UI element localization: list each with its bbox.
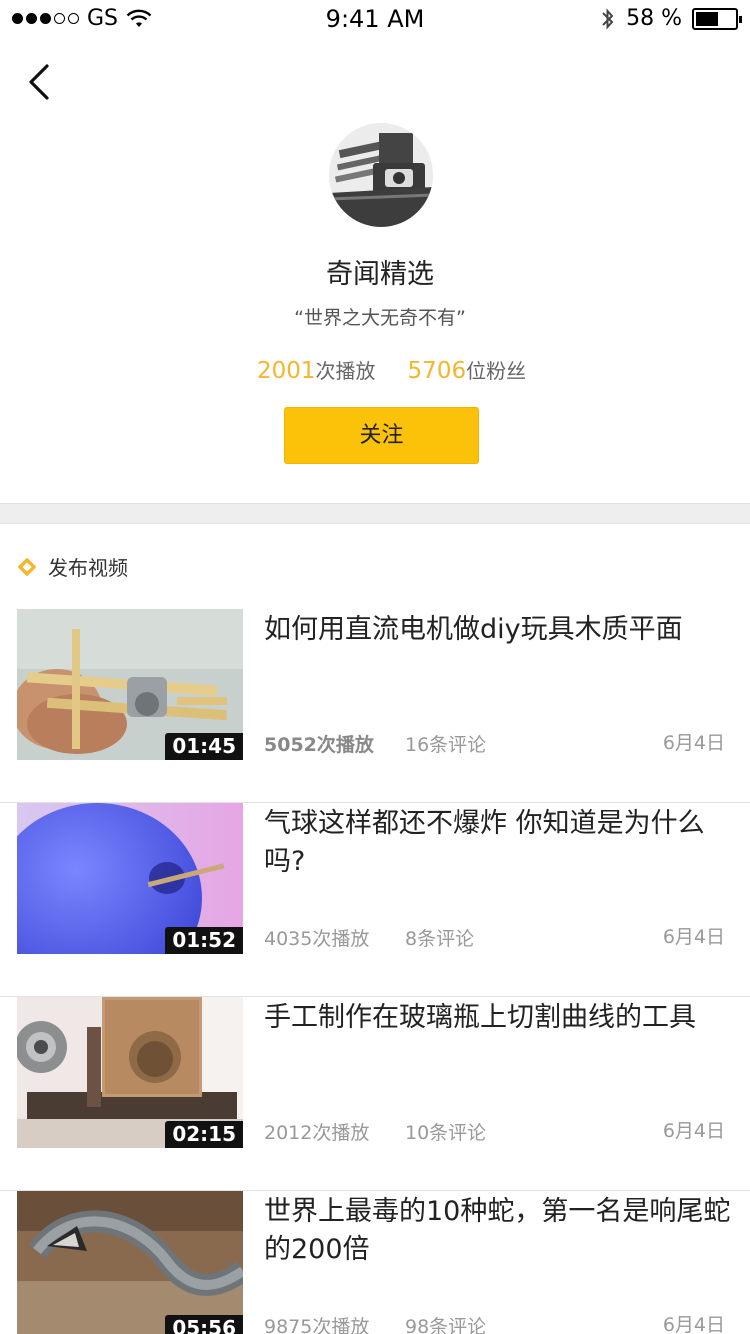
video-comments: 10条评论	[405, 1122, 487, 1144]
snake-thumbnail-image	[17, 1191, 243, 1334]
video-duration: 02:15	[165, 1121, 243, 1148]
video-title[interactable]: 世界上最毒的10种蛇，第一名是响尾蛇的200倍	[264, 1193, 736, 1269]
fans-label: 位粉丝	[466, 359, 527, 383]
video-duration: 01:45	[165, 733, 243, 760]
battery-fill	[696, 11, 719, 26]
status-bar: GS 9:41 AM 58 %	[0, 0, 750, 40]
battery-icon	[692, 7, 742, 30]
chevron-left-icon	[29, 64, 49, 100]
video-plays: 5052次播放	[264, 734, 374, 756]
video-date: 6月4日	[662, 926, 725, 948]
video-meta: 4035次播放 8条评论	[264, 924, 474, 951]
video-thumbnail[interactable]: 05:56	[17, 1191, 243, 1334]
video-thumbnail[interactable]: 01:45	[17, 609, 243, 760]
plays-count: 2001	[257, 358, 316, 384]
video-plays: 4035次播放	[264, 928, 370, 950]
video-meta: 9875次播放 98条评论	[264, 1312, 486, 1334]
video-plays: 2012次播放	[264, 1122, 370, 1144]
avatar[interactable]	[329, 123, 433, 227]
video-comments: 16条评论	[405, 734, 487, 756]
video-title[interactable]: 气球这样都还不爆炸 你知道是为什么吗?	[264, 805, 736, 881]
section-header: 发布视频	[18, 552, 128, 581]
channel-motto: “世界之大无奇不有”	[294, 307, 466, 329]
video-item[interactable]: 05:56 世界上最毒的10种蛇，第一名是响尾蛇的200倍 9875次播放 98…	[0, 1191, 750, 1334]
section-divider	[0, 503, 750, 524]
video-meta: 5052次播放 16条评论	[264, 730, 486, 757]
video-thumbnail[interactable]: 01:52	[17, 803, 243, 954]
section-title: 发布视频	[48, 556, 128, 580]
follow-button[interactable]: 关注	[284, 407, 479, 464]
diamond-icon	[18, 557, 36, 576]
video-date: 6月4日	[662, 1120, 725, 1142]
video-title[interactable]: 如何用直流电机做diy玩具木质平面	[264, 611, 736, 649]
video-comments: 98条评论	[405, 1316, 487, 1334]
screen: GS 9:41 AM 58 % 奇闻精选 “世界之大无奇不有” 2001 次播放…	[0, 0, 750, 1334]
video-meta: 2012次播放 10条评论	[264, 1118, 486, 1145]
video-title[interactable]: 手工制作在玻璃瓶上切割曲线的工具	[264, 999, 736, 1037]
video-item[interactable]: 01:52 气球这样都还不爆炸 你知道是为什么吗? 4035次播放 8条评论 6…	[0, 803, 750, 997]
video-item[interactable]: 01:45 如何用直流电机做diy玩具木质平面 5052次播放 16条评论 6月…	[0, 609, 750, 803]
video-duration: 01:52	[165, 927, 243, 954]
video-comments: 8条评论	[405, 928, 475, 950]
battery-percent: 58 %	[626, 6, 682, 31]
fans-count: 5706	[407, 358, 467, 384]
video-date: 6月4日	[662, 732, 725, 754]
back-button[interactable]	[22, 60, 62, 104]
video-plays: 9875次播放	[264, 1316, 370, 1334]
video-duration: 05:56	[165, 1315, 243, 1334]
plays-label: 次播放	[315, 359, 376, 383]
video-date: 6月4日	[662, 1314, 725, 1334]
video-thumbnail[interactable]: 02:15	[17, 997, 243, 1148]
channel-stats: 2001 次播放 5706 位粉丝	[257, 355, 526, 384]
bluetooth-icon	[602, 7, 614, 30]
video-item[interactable]: 02:15 手工制作在玻璃瓶上切割曲线的工具 2012次播放 10条评论 6月4…	[0, 997, 750, 1191]
status-right: 58 %	[600, 6, 742, 31]
channel-name: 奇闻精选	[326, 259, 434, 290]
avatar-camera-image	[329, 123, 433, 227]
